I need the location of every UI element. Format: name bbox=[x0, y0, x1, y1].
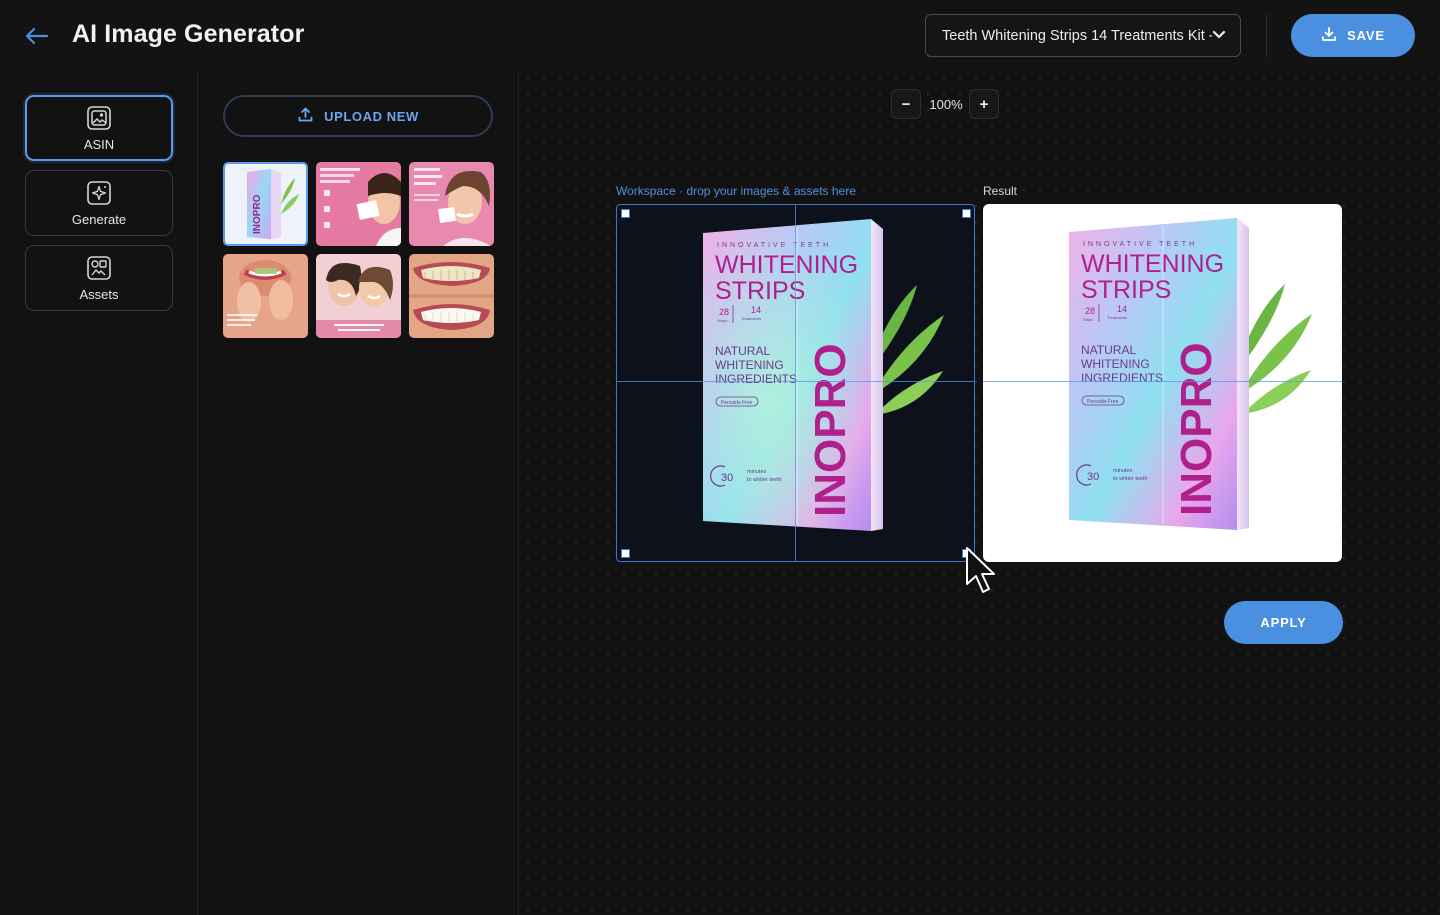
result-treatments-count: 14 bbox=[1117, 304, 1127, 314]
lifestyle-thumbnail-image bbox=[223, 254, 308, 338]
result-brand-name: INOPRO bbox=[1172, 342, 1221, 516]
assets-icon bbox=[86, 255, 112, 281]
thumbnail-woman-smiling-card[interactable] bbox=[409, 162, 494, 246]
mouse-cursor-icon bbox=[964, 546, 1004, 601]
thumbnail-product-box[interactable]: INOPRO bbox=[223, 162, 308, 246]
nav-item-asin[interactable]: ASIN bbox=[25, 95, 173, 161]
peroxide-badge: Peroxide Free bbox=[721, 400, 753, 406]
brand-name: INOPRO bbox=[806, 343, 855, 517]
lifestyle-thumbnail-image bbox=[409, 162, 494, 246]
thumbnail-two-women-smiling[interactable] bbox=[316, 254, 401, 338]
thumbnail-teeth-closeup[interactable] bbox=[409, 254, 494, 338]
zoom-out-button[interactable]: − bbox=[891, 89, 921, 119]
natural-line3: INGREDIENTS bbox=[715, 372, 797, 386]
thumbnail-woman-holding-strip[interactable] bbox=[316, 162, 401, 246]
nav-item-generate[interactable]: Generate bbox=[25, 170, 173, 236]
result-preview: INNOVATIVE TEETH WHITENING STRIPS 28 Str… bbox=[983, 204, 1342, 562]
result-natural-line2: WHITENING bbox=[1081, 357, 1150, 371]
result-name-line2: STRIPS bbox=[1081, 276, 1171, 304]
zoom-in-button[interactable]: + bbox=[969, 89, 999, 119]
product-thumbnail-image: INOPRO bbox=[225, 164, 306, 244]
result-label: Result bbox=[983, 184, 1018, 198]
lifestyle-thumbnail-image bbox=[316, 254, 401, 338]
result-product-image: INNOVATIVE TEETH WHITENING STRIPS 28 Str… bbox=[1069, 218, 1312, 530]
nav-item-label: Assets bbox=[79, 286, 119, 302]
minutes-number: 30 bbox=[721, 472, 733, 484]
natural-line2: WHITENING bbox=[715, 358, 784, 372]
assets-panel: UPLOAD NEW INOPRO bbox=[199, 70, 519, 915]
treatments-word: Treatments bbox=[741, 316, 761, 321]
page-title: AI Image Generator bbox=[72, 20, 305, 48]
treatments-count: 14 bbox=[751, 305, 761, 315]
canvas-area[interactable]: − 100% + Workspace · drop your images & … bbox=[520, 70, 1440, 915]
resize-handle-top-right[interactable] bbox=[962, 209, 971, 218]
result-minutes-text-1: minutes bbox=[1113, 468, 1133, 474]
result-minutes-text-2: to whiter teeth bbox=[1113, 476, 1148, 482]
product-tagline: INNOVATIVE TEETH bbox=[717, 242, 831, 249]
resize-handle-top-left[interactable] bbox=[621, 209, 630, 218]
workspace-label: Workspace · drop your images & assets he… bbox=[616, 184, 856, 198]
header-divider bbox=[1266, 14, 1267, 57]
image-icon bbox=[86, 105, 112, 131]
result-natural-line3: INGREDIENTS bbox=[1081, 371, 1163, 385]
save-label: SAVE bbox=[1347, 28, 1385, 43]
nav-item-label: Generate bbox=[71, 211, 127, 227]
product-select[interactable]: Teeth Whitening Strips 14 Treatments Kit… bbox=[925, 14, 1241, 57]
svg-text:INOPRO: INOPRO bbox=[252, 194, 263, 234]
upload-icon bbox=[297, 106, 314, 126]
lifestyle-thumbnail-image bbox=[316, 162, 401, 246]
result-peroxide-badge: Peroxide Free bbox=[1087, 399, 1119, 405]
product-name-line2: STRIPS bbox=[715, 277, 805, 305]
result-treatments-word: Treatments bbox=[1107, 315, 1127, 320]
horizontal-guide bbox=[617, 381, 974, 382]
product-name-line1: WHITENING bbox=[715, 251, 858, 279]
result-horizontal-guide bbox=[983, 381, 1342, 382]
sparkle-icon bbox=[86, 180, 112, 206]
result-name-line1: WHITENING bbox=[1081, 250, 1224, 278]
app-header: AI Image Generator Teeth Whitening Strip… bbox=[0, 0, 1440, 70]
thumbnail-applying-strip[interactable] bbox=[223, 254, 308, 338]
save-button[interactable]: SAVE bbox=[1291, 14, 1415, 57]
apply-button[interactable]: APPLY bbox=[1224, 601, 1343, 644]
download-icon bbox=[1321, 26, 1337, 45]
workspace-dropzone[interactable]: INNOVATIVE TEETH WHITENING STRIPS 28 Str… bbox=[616, 204, 975, 562]
strips-count: 28 bbox=[719, 307, 729, 317]
minutes-text-1: minutes bbox=[747, 469, 767, 475]
strips-word: Strips bbox=[717, 318, 727, 323]
result-natural-line1: NATURAL bbox=[1081, 343, 1136, 357]
result-product-tagline: INNOVATIVE TEETH bbox=[1083, 241, 1197, 248]
nav-item-label: ASIN bbox=[83, 136, 115, 152]
vertical-guide bbox=[795, 205, 796, 561]
resize-handle-bottom-left[interactable] bbox=[621, 549, 630, 558]
natural-line1: NATURAL bbox=[715, 344, 770, 358]
product-select-value: Teeth Whitening Strips 14 Treatments Kit… bbox=[942, 27, 1212, 44]
result-strips-word: Strips bbox=[1083, 317, 1093, 322]
back-arrow-icon[interactable] bbox=[22, 22, 50, 50]
result-minutes-number: 30 bbox=[1087, 471, 1099, 483]
minutes-text-2: to whiter teeth bbox=[747, 477, 782, 483]
lifestyle-thumbnail-image bbox=[409, 254, 494, 338]
upload-label: UPLOAD NEW bbox=[324, 108, 419, 124]
left-nav: ASIN Generate Assets bbox=[0, 70, 198, 915]
nav-item-assets[interactable]: Assets bbox=[25, 245, 173, 311]
chevron-down-icon bbox=[1212, 27, 1226, 45]
result-strips-count: 28 bbox=[1085, 306, 1095, 316]
zoom-level: 100% bbox=[929, 97, 963, 112]
upload-new-button[interactable]: UPLOAD NEW bbox=[223, 95, 493, 137]
